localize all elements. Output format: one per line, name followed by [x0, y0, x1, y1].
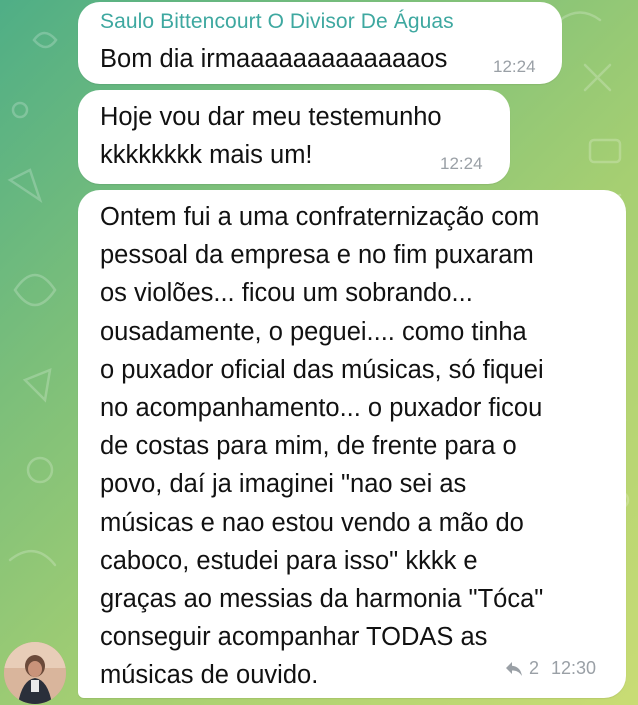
- message-line: os violões... ficou um sobrando...: [100, 279, 473, 308]
- message-line: pessoal da empresa e no fim puxaram: [100, 241, 534, 270]
- reply-count[interactable]: 2: [529, 658, 539, 679]
- message-line: povo, daí ja imaginei "nao sei as: [100, 470, 467, 499]
- message-line: caboco, estudei para isso" kkkk e: [100, 546, 478, 575]
- message-time: 12:24: [440, 154, 483, 173]
- message-meta: 2 12:30: [505, 658, 596, 679]
- message-line: graças ao messias da harmonia "Tóca": [100, 585, 544, 614]
- message-line: o puxador oficial das músicas, só fiquei: [100, 355, 544, 384]
- user-avatar[interactable]: [4, 642, 66, 704]
- message-line: no acompanhamento... o puxador ficou: [100, 394, 543, 423]
- message-text: Bom dia irmaaaaaaaaaaaaaos: [100, 45, 448, 73]
- message-line: de costas para mim, de frente para o: [100, 432, 517, 461]
- message-text-line: Hoje vou dar meu testemunho: [100, 103, 442, 131]
- message-text-line: kkkkkkkk mais um!: [100, 141, 313, 169]
- message-line: músicas de ouvido.: [100, 661, 319, 690]
- message-line: músicas e nao estou vendo a mão do: [100, 508, 524, 537]
- message-bubble[interactable]: Hoje vou dar meu testemunho kkkkkkkk mai…: [78, 90, 510, 184]
- reply-arrow-icon[interactable]: [505, 661, 523, 677]
- message-bubble[interactable]: Saulo Bittencourt O Divisor De Águas Bom…: [78, 2, 562, 84]
- message-time: 12:24: [493, 57, 536, 76]
- message-line: conseguir acompanhar TODAS as: [100, 623, 488, 652]
- message-body: Ontem fui a uma confraternização com pes…: [100, 198, 544, 695]
- sender-name[interactable]: Saulo Bittencourt O Divisor De Águas: [100, 10, 454, 34]
- message-line: ousadamente, o peguei.... como tinha: [100, 317, 527, 346]
- message-bubble[interactable]: Ontem fui a uma confraternização com pes…: [78, 190, 626, 698]
- message-time: 12:30: [550, 658, 596, 678]
- message-line: Ontem fui a uma confraternização com: [100, 203, 540, 231]
